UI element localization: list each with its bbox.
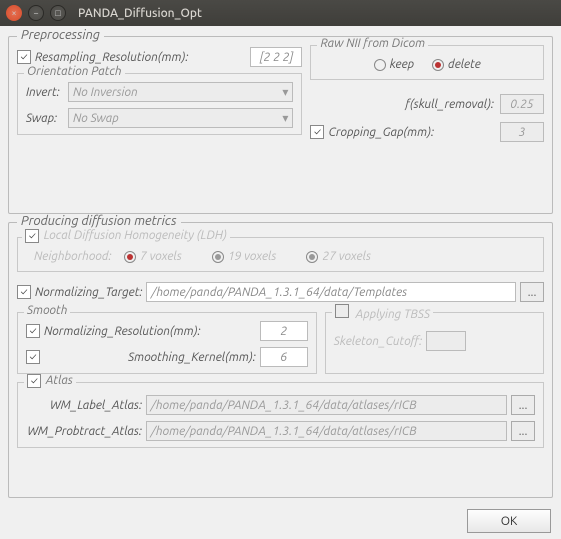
maximize-icon[interactable]: □: [50, 5, 66, 21]
swap-label: Swap:: [26, 112, 68, 125]
orientation-legend: Orientation Patch: [24, 65, 125, 78]
normalizing-target-label: Normalizing_Target:: [35, 286, 142, 299]
wm-label-browse[interactable]: ...: [511, 395, 535, 415]
invert-label: Invert:: [26, 86, 68, 99]
wm-label-label: WM_Label_Atlas:: [26, 399, 146, 412]
window-body: Preprocessing Resampling_Resolution(mm):…: [0, 26, 561, 539]
smooth-group: Smooth Normalizing_Resolution(mm): 2 Smo…: [17, 312, 317, 374]
invert-dropdown[interactable]: No Inversion: [68, 82, 293, 102]
neigh-27-label: 27 voxels: [322, 250, 371, 263]
norm-res-label: Normalizing_Resolution(mm):: [44, 325, 260, 338]
skeleton-value[interactable]: [426, 331, 466, 351]
wm-prob-field[interactable]: /home/panda/PANDA_1.3.1_64/data/atlases/…: [146, 421, 507, 441]
raw-nii-legend: Raw NII from Dicom: [317, 37, 428, 50]
normalizing-target-field[interactable]: /home/panda/PANDA_1.3.1_64/data/Template…: [146, 282, 516, 302]
wm-prob-browse[interactable]: ...: [511, 421, 535, 441]
normalizing-target-checkbox[interactable]: [17, 285, 31, 299]
tbss-checkbox[interactable]: [335, 304, 349, 318]
ldh-group: Local Diffusion Homogeneity (LDH) Neighb…: [17, 237, 544, 272]
cropping-label: Cropping_Gap(mm):: [328, 126, 500, 139]
neighborhood-label: Neighborhood:: [34, 250, 124, 263]
close-icon[interactable]: ×: [6, 5, 22, 21]
window-title: PANDA_Diffusion_Opt: [78, 7, 202, 20]
skull-value[interactable]: 0.25: [500, 94, 544, 114]
swap-dropdown[interactable]: No Swap: [68, 108, 293, 128]
neigh-27-radio[interactable]: [306, 251, 318, 263]
titlebar: × − □ PANDA_Diffusion_Opt: [0, 0, 561, 26]
tbss-group: Applying TBSS Skeleton_Cutoff:: [325, 312, 544, 374]
neigh-19-label: 19 voxels: [228, 250, 277, 263]
skull-label: f(skull_removal):: [310, 98, 500, 111]
wm-label-field[interactable]: /home/panda/PANDA_1.3.1_64/data/atlases/…: [146, 395, 507, 415]
skeleton-label: Skeleton_Cutoff:: [334, 335, 422, 348]
minimize-icon[interactable]: −: [28, 5, 44, 21]
raw-nii-group: Raw NII from Dicom keep delete: [310, 45, 544, 80]
preprocessing-group: Preprocessing Resampling_Resolution(mm):…: [8, 36, 553, 214]
cropping-value[interactable]: 3: [500, 122, 544, 142]
wm-prob-label: WM_Probtract_Atlas:: [26, 425, 146, 438]
keep-label: keep: [390, 58, 414, 71]
cropping-checkbox[interactable]: [310, 125, 324, 139]
ldh-legend: Local Diffusion Homogeneity (LDH): [22, 229, 230, 243]
neigh-7-label: 7 voxels: [140, 250, 182, 263]
normalizing-target-browse[interactable]: ...: [520, 282, 544, 302]
atlas-checkbox[interactable]: [27, 374, 41, 388]
kernel-label: Smoothing_Kernel(mm):: [44, 351, 260, 364]
resampling-value[interactable]: [2 2 2]: [250, 47, 302, 67]
atlas-group: Atlas WM_Label_Atlas: /home/panda/PANDA_…: [17, 382, 544, 448]
delete-radio[interactable]: [432, 59, 444, 71]
metrics-group: Producing diffusion metrics Local Diffus…: [8, 222, 553, 498]
atlas-legend: Atlas: [24, 374, 76, 388]
kernel-checkbox[interactable]: [26, 350, 40, 364]
norm-res-checkbox[interactable]: [26, 324, 40, 338]
keep-radio[interactable]: [374, 59, 386, 71]
resampling-checkbox[interactable]: [17, 50, 31, 64]
metrics-legend: Producing diffusion metrics: [17, 214, 181, 228]
norm-res-value[interactable]: 2: [260, 321, 308, 341]
ldh-checkbox[interactable]: [25, 229, 39, 243]
ok-button[interactable]: OK: [467, 509, 551, 533]
orientation-patch-group: Orientation Patch Invert: No Inversion S…: [17, 73, 302, 135]
tbss-legend: Applying TBSS: [332, 304, 433, 321]
smooth-legend: Smooth: [24, 304, 70, 317]
delete-label: delete: [448, 58, 481, 71]
neigh-7-radio[interactable]: [124, 251, 136, 263]
preprocessing-legend: Preprocessing: [17, 28, 104, 42]
resampling-label: Resampling_Resolution(mm):: [35, 51, 188, 64]
neigh-19-radio[interactable]: [212, 251, 224, 263]
kernel-value[interactable]: 6: [260, 347, 308, 367]
